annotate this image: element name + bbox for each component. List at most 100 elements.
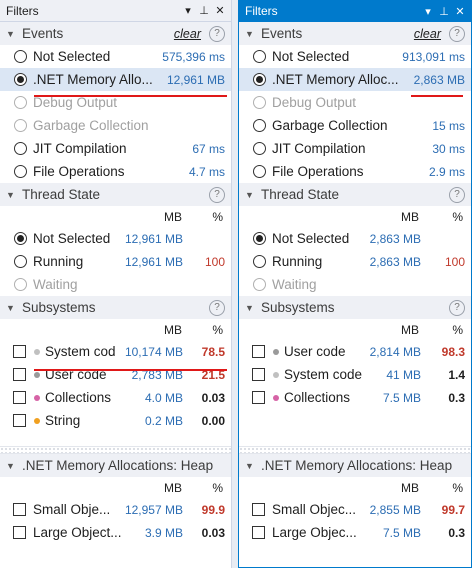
event-filter-row[interactable]: Not Selected 575,396 ms: [0, 45, 231, 68]
subsystem-row[interactable]: User code 2,783 MB 21.5: [0, 363, 231, 386]
chevron-down-icon[interactable]: ▼: [6, 29, 20, 39]
chevron-down-icon[interactable]: ▼: [245, 190, 259, 200]
help-icon[interactable]: ?: [209, 299, 225, 316]
panel-titlebar[interactable]: Filters ▾ ⊥ ✕: [239, 0, 471, 22]
clear-link[interactable]: clear: [414, 27, 441, 41]
help-icon[interactable]: ?: [449, 186, 465, 203]
heap-row[interactable]: Small Obje... 12,957 MB 99.9: [0, 498, 231, 521]
clear-link[interactable]: clear: [174, 27, 201, 41]
help-icon[interactable]: ?: [449, 299, 465, 316]
percent-value: 98.3: [441, 344, 465, 359]
close-icon[interactable]: ✕: [453, 3, 467, 19]
thread-state-row[interactable]: Not Selected 12,961 MB: [0, 227, 231, 250]
checkbox[interactable]: [13, 526, 26, 539]
chevron-down-icon[interactable]: ▼: [6, 303, 20, 313]
event-filter-row[interactable]: JIT Compilation 30 ms: [239, 137, 471, 160]
heap-row[interactable]: Large Object... 3.9 MB 0.03: [0, 521, 231, 544]
radio-button[interactable]: [253, 96, 266, 109]
checkbox[interactable]: [13, 391, 26, 404]
pin-icon[interactable]: ⊥: [197, 3, 211, 19]
radio-button[interactable]: [253, 232, 266, 245]
help-icon[interactable]: ?: [449, 25, 465, 42]
radio-button[interactable]: [14, 255, 27, 268]
subsystems-section-header[interactable]: ▼ Subsystems ?: [239, 296, 471, 319]
event-filter-row[interactable]: .NET Memory Alloc... 2,863 MB: [239, 68, 471, 91]
heap-row[interactable]: Large Objec... 7.5 MB 0.3: [239, 521, 471, 544]
percent-column-label: %: [452, 210, 463, 224]
event-filter-row[interactable]: Garbage Collection 15 ms: [239, 114, 471, 137]
dropdown-arrow-icon[interactable]: ▾: [181, 3, 195, 19]
radio-button[interactable]: [253, 142, 266, 155]
subsystem-row[interactable]: System cod 10,174 MB 78.5: [0, 340, 231, 363]
radio-button[interactable]: [253, 278, 266, 291]
close-icon[interactable]: ✕: [213, 3, 227, 19]
thread-state-row[interactable]: Waiting: [239, 273, 471, 296]
chevron-down-icon[interactable]: ▼: [245, 29, 259, 39]
heap-row[interactable]: Small Objec... 2,855 MB 99.7: [239, 498, 471, 521]
checkbox[interactable]: [252, 345, 265, 358]
heap-label: Large Object...: [33, 525, 122, 540]
checkbox[interactable]: [13, 345, 26, 358]
event-filter-row[interactable]: Not Selected 913,091 ms: [239, 45, 471, 68]
thread-state-label: Running: [272, 254, 323, 269]
radio-button[interactable]: [253, 119, 266, 132]
checkbox[interactable]: [13, 368, 26, 381]
subsystem-label: System code: [284, 367, 363, 382]
checkbox[interactable]: [13, 414, 26, 427]
splitter[interactable]: [239, 446, 471, 454]
heap-section-header[interactable]: ▼ .NET Memory Allocations: Heap: [0, 454, 231, 477]
chevron-down-icon[interactable]: ▼: [245, 461, 259, 471]
radio-button[interactable]: [14, 232, 27, 245]
thread-state-row[interactable]: Waiting: [0, 273, 231, 296]
event-filter-row[interactable]: File Operations 2.9 ms: [239, 160, 471, 183]
thread-state-row[interactable]: Running 12,961 MB 100: [0, 250, 231, 273]
events-section-header[interactable]: ▼ Events clear ?: [0, 22, 231, 45]
chevron-down-icon[interactable]: ▼: [245, 303, 259, 313]
event-filter-row[interactable]: JIT Compilation 67 ms: [0, 137, 231, 160]
checkbox[interactable]: [252, 526, 265, 539]
checkbox[interactable]: [13, 503, 26, 516]
subsystem-row[interactable]: String 0.2 MB 0.00: [0, 409, 231, 432]
mb-column-label: MB: [401, 481, 419, 495]
thread-state-section-header[interactable]: ▼ Thread State ?: [0, 183, 231, 206]
checkbox[interactable]: [252, 368, 265, 381]
radio-button[interactable]: [14, 73, 27, 86]
pin-icon[interactable]: ⊥: [437, 3, 451, 19]
event-filter-row[interactable]: Garbage Collection: [0, 114, 231, 137]
subsystems-section-header[interactable]: ▼ Subsystems ?: [0, 296, 231, 319]
events-section-header[interactable]: ▼ Events clear ?: [239, 22, 471, 45]
thread-state-section-header[interactable]: ▼ Thread State ?: [239, 183, 471, 206]
percent-value: 78.5: [201, 344, 225, 359]
subsystem-row[interactable]: Collections 4.0 MB 0.03: [0, 386, 231, 409]
chevron-down-icon[interactable]: ▼: [6, 190, 20, 200]
thread-state-row[interactable]: Running 2,863 MB 100: [239, 250, 471, 273]
help-icon[interactable]: ?: [209, 186, 225, 203]
event-label: Debug Output: [33, 95, 118, 110]
subsystem-row[interactable]: System code 41 MB 1.4: [239, 363, 471, 386]
radio-button[interactable]: [253, 73, 266, 86]
chevron-down-icon[interactable]: ▼: [6, 461, 20, 471]
radio-button[interactable]: [253, 50, 266, 63]
radio-button[interactable]: [253, 255, 266, 268]
subsystem-label: String: [45, 413, 81, 428]
radio-button[interactable]: [14, 50, 27, 63]
help-icon[interactable]: ?: [209, 25, 225, 42]
radio-button[interactable]: [14, 96, 27, 109]
radio-button[interactable]: [14, 142, 27, 155]
radio-button[interactable]: [253, 165, 266, 178]
event-filter-row[interactable]: File Operations 4.7 ms: [0, 160, 231, 183]
checkbox[interactable]: [252, 391, 265, 404]
event-filter-row[interactable]: .NET Memory Allo... 12,961 MB: [0, 68, 231, 91]
heap-section-header[interactable]: ▼ .NET Memory Allocations: Heap: [239, 454, 471, 477]
panel-titlebar[interactable]: Filters ▾ ⊥ ✕: [0, 0, 231, 22]
dropdown-arrow-icon[interactable]: ▾: [421, 3, 435, 19]
checkbox[interactable]: [252, 503, 265, 516]
radio-button[interactable]: [14, 165, 27, 178]
subsystem-row[interactable]: Collections 7.5 MB 0.3: [239, 386, 471, 409]
subsystem-row[interactable]: User code 2,814 MB 98.3: [239, 340, 471, 363]
thread-state-row[interactable]: Not Selected 2,863 MB: [239, 227, 471, 250]
splitter[interactable]: [0, 446, 231, 454]
radio-button[interactable]: [14, 119, 27, 132]
radio-button[interactable]: [14, 278, 27, 291]
event-label: File Operations: [272, 164, 364, 179]
